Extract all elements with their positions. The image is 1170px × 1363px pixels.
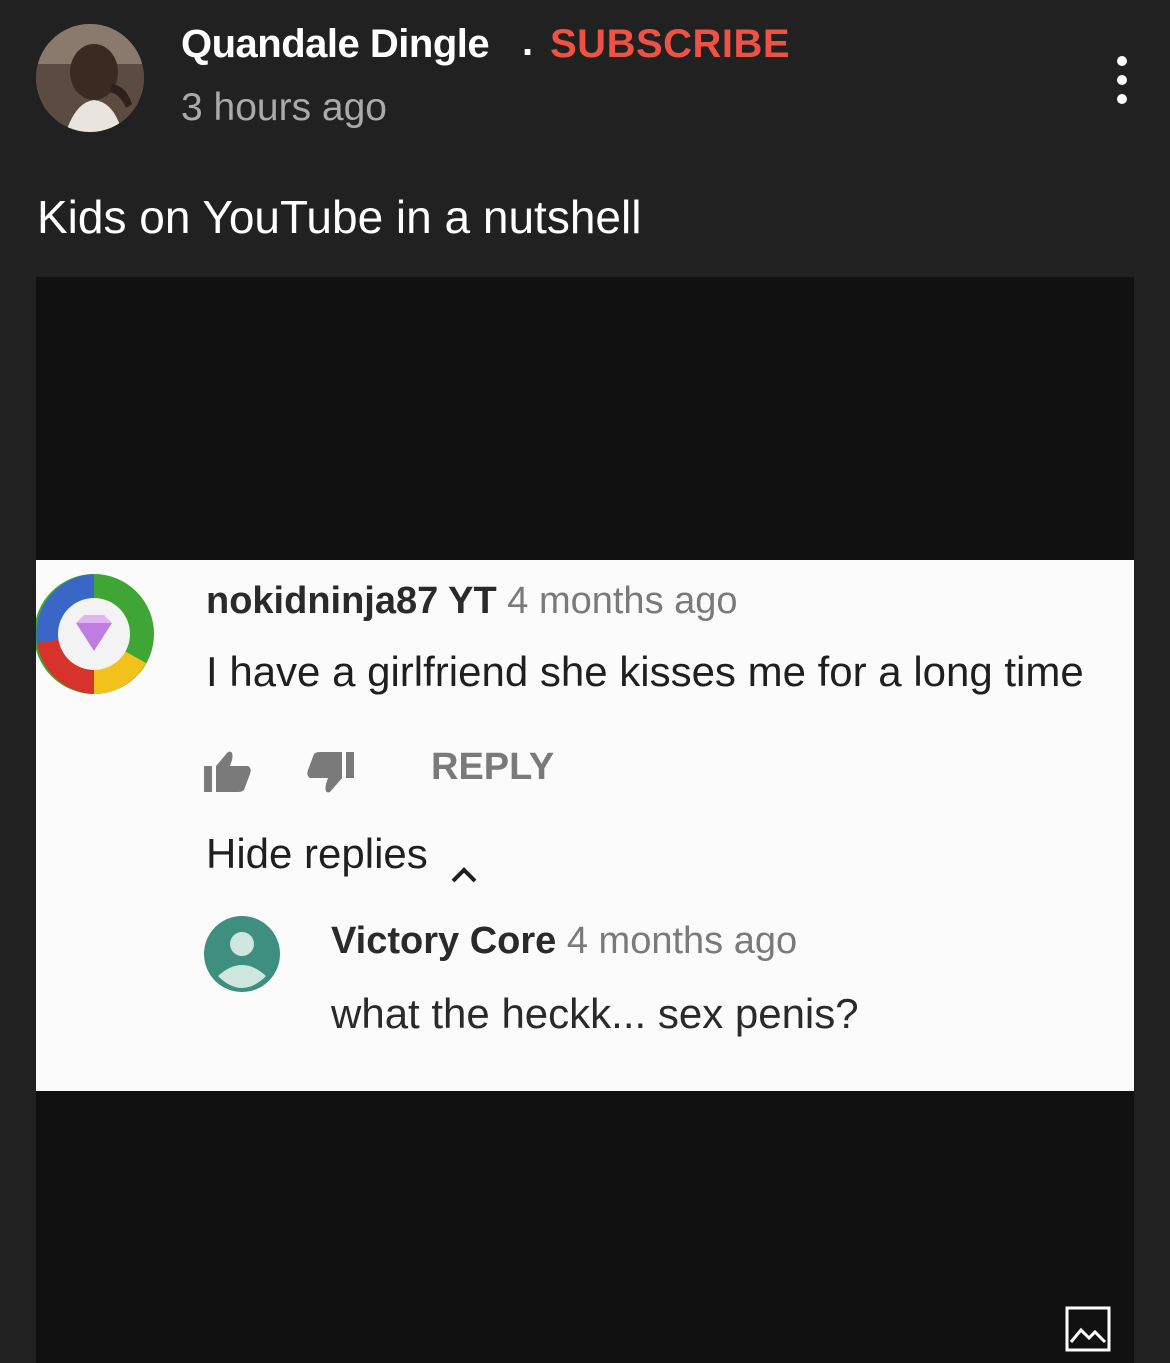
comment-author: nokidninja87 YT: [206, 580, 497, 622]
vertical-dots-icon: [1117, 56, 1127, 66]
commenter-avatar: [36, 573, 154, 695]
more-options-button[interactable]: [1100, 50, 1144, 110]
reply-author: Victory Core: [331, 920, 557, 962]
reply-meta: Victory Core 4 months ago: [331, 920, 797, 963]
post-image[interactable]: nokidninja87 YT 4 months ago I have a gi…: [36, 277, 1134, 1363]
subscribe-button[interactable]: SUBSCRIBE: [550, 22, 790, 67]
reply-avatar: [204, 916, 280, 992]
comment-time: 4 months ago: [507, 580, 738, 622]
channel-avatar[interactable]: [36, 24, 144, 132]
hide-replies: Hide replies: [206, 830, 479, 883]
reply-time: 4 months ago: [566, 920, 798, 962]
comment-meta: nokidninja87 YT 4 months ago: [206, 580, 738, 623]
reply-button: REPLY: [431, 746, 555, 788]
comment-text: I have a girlfriend she kisses me for a …: [206, 648, 1084, 695]
thumbs-up-icon: [204, 750, 254, 794]
comment-screenshot: nokidninja87 YT 4 months ago I have a gi…: [36, 560, 1134, 1091]
thumbs-down-icon: [306, 750, 356, 794]
image-icon[interactable]: [1053, 1294, 1123, 1363]
vertical-dots-icon-dot: [1117, 94, 1127, 104]
channel-name[interactable]: Quandale Dingle: [181, 22, 490, 67]
vertical-dots-icon-dot: [1117, 75, 1127, 85]
community-post: Quandale Dingle . SUBSCRIBE 3 hours ago …: [0, 0, 1170, 1363]
hide-replies-label: Hide replies: [206, 830, 428, 877]
reply-text: what the heckk... sex penis?: [331, 990, 859, 1037]
post-timestamp: 3 hours ago: [181, 86, 387, 129]
separator-dot: .: [522, 20, 534, 64]
post-text: Kids on YouTube in a nutshell: [37, 191, 642, 243]
chevron-up-icon: [449, 847, 479, 883]
